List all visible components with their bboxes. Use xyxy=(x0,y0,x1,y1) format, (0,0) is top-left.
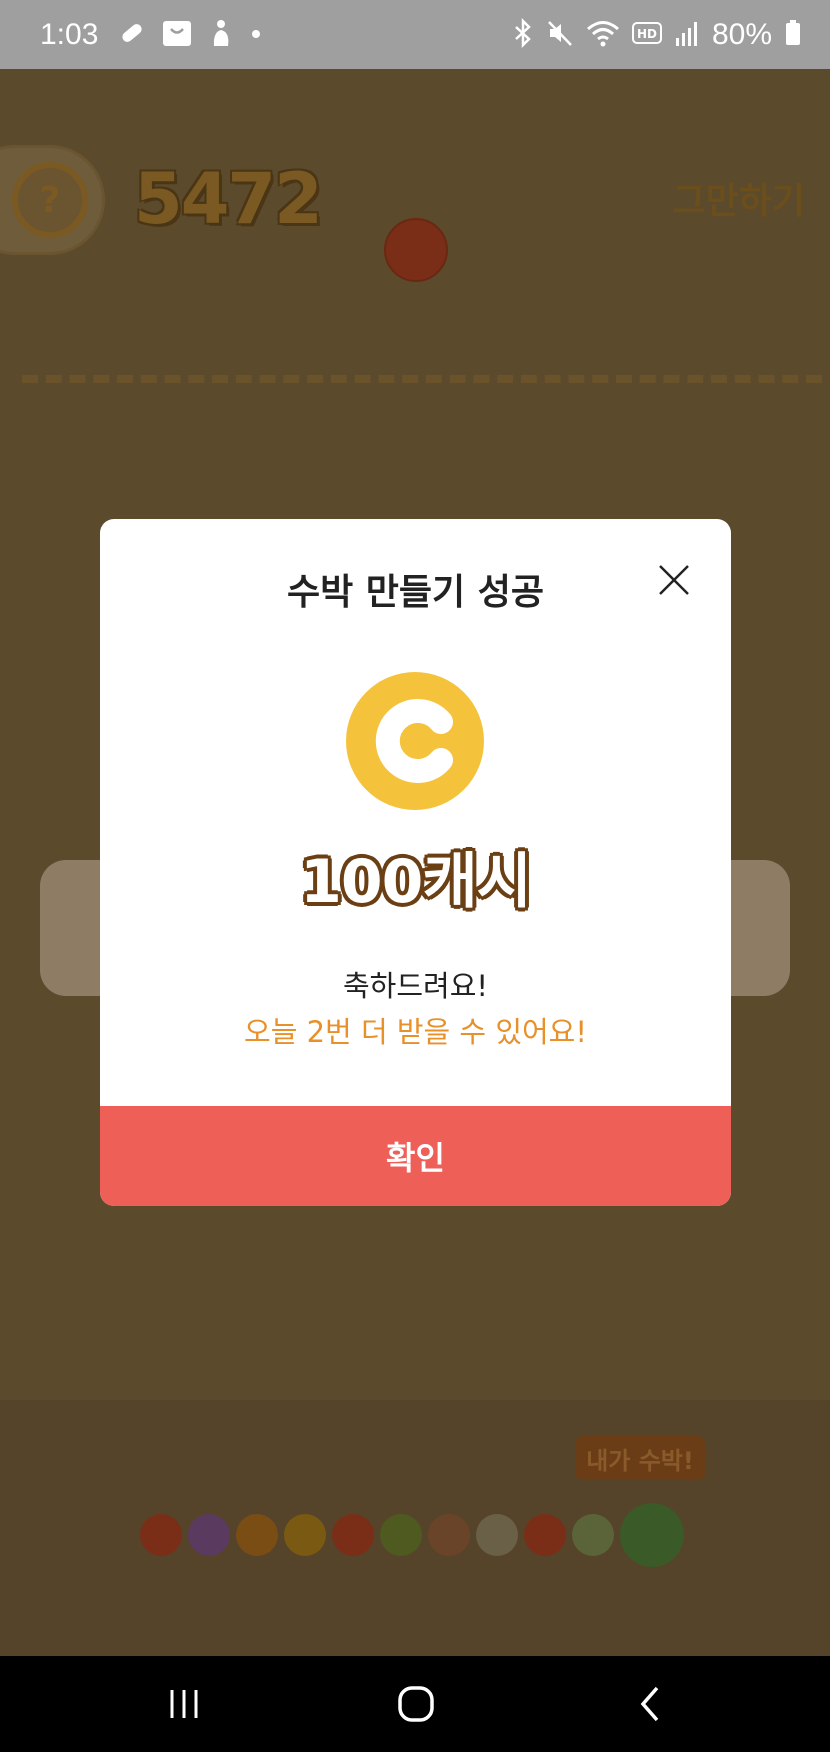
bluetooth-icon xyxy=(512,17,534,52)
wifi-icon xyxy=(586,18,620,52)
battery-percent: 80% xyxy=(711,17,772,51)
fruit-stage xyxy=(476,1514,518,1556)
fruit-stage xyxy=(236,1514,278,1556)
navigation-bar xyxy=(0,1656,830,1752)
dialog-title: 수박 만들기 성공 xyxy=(287,572,544,613)
status-bar: 1:03 HD 80% xyxy=(0,0,830,69)
fruit-evolution-row xyxy=(140,1503,684,1567)
confirm-button[interactable]: 확인 xyxy=(100,1106,731,1206)
watermelon-fruit xyxy=(620,1503,684,1567)
close-icon[interactable] xyxy=(657,563,691,597)
watermelon-goal-tag: 내가 수박! xyxy=(575,1436,705,1480)
fruit-stage xyxy=(188,1514,230,1556)
back-icon[interactable] xyxy=(590,1656,710,1752)
shopping-bag-icon xyxy=(162,18,192,52)
recent-apps-icon[interactable] xyxy=(124,1656,244,1752)
fruit-stage xyxy=(140,1514,182,1556)
limit-line xyxy=(22,375,822,383)
mute-icon xyxy=(546,18,574,52)
reward-amount: 100캐시 xyxy=(300,847,532,917)
home-icon[interactable] xyxy=(356,1656,476,1752)
fruit-stage xyxy=(380,1514,422,1556)
score-display: 5472 xyxy=(134,158,323,240)
quit-button[interactable]: 그만하기 xyxy=(673,172,805,224)
fruit-stage xyxy=(284,1514,326,1556)
notification-dot-icon xyxy=(250,25,262,44)
congrats-message: 축하드려요! xyxy=(342,969,489,1003)
fruit-stage xyxy=(572,1514,614,1556)
fruit-stage xyxy=(524,1514,566,1556)
cash-coin-icon xyxy=(346,672,484,810)
fruit-stage xyxy=(332,1514,374,1556)
status-time: 1:03 xyxy=(40,17,99,51)
remaining-count-message: 오늘 2번 더 받을 수 있어요! xyxy=(244,1015,587,1049)
reward-dialog: 수박 만들기 성공 100캐시 축하드려요! 오늘 2번 더 받을 수 있어요!… xyxy=(100,519,731,1206)
fruit-stage xyxy=(428,1514,470,1556)
hd-icon: HD xyxy=(631,21,662,49)
pill-icon xyxy=(118,19,146,51)
battery-icon xyxy=(784,18,802,52)
current-fruit xyxy=(384,218,448,282)
signal-icon xyxy=(674,18,700,52)
person-walking-icon xyxy=(208,18,234,52)
svg-text:HD: HD xyxy=(637,27,657,41)
help-button[interactable]: ? xyxy=(12,162,88,238)
